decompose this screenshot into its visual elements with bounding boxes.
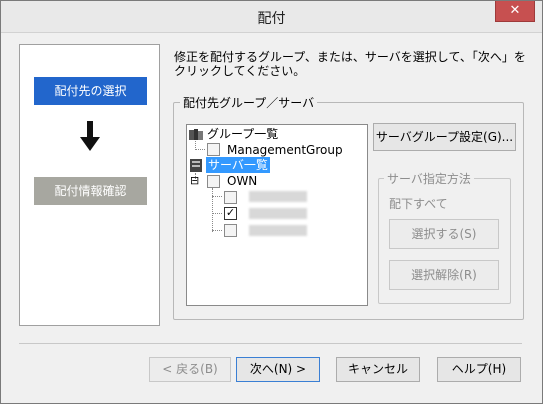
tree-node-management-group[interactable]: ManagementGroup (227, 142, 343, 158)
down-arrow-icon (80, 121, 100, 151)
collapse-icon[interactable]: ⊟ (190, 173, 199, 189)
window-title: 配付 (257, 11, 286, 27)
steps-panel: 配付先の選択 配付情報確認 (19, 44, 160, 326)
own-checkbox[interactable] (207, 175, 220, 188)
destination-tree[interactable]: グループ一覧 ManagementGroup サーバ一覧 ⊟ OWN ✓ (186, 124, 368, 306)
deselect-button[interactable]: 選択解除(R) (389, 260, 499, 290)
next-button[interactable]: 次へ(N) > (236, 357, 320, 382)
group-item-checkbox[interactable] (207, 143, 220, 156)
server-list-icon (190, 159, 202, 172)
server-1-checkbox[interactable] (224, 191, 237, 204)
select-button[interactable]: 選択する(S) (389, 219, 499, 249)
step-select-destination: 配付先の選択 (34, 77, 147, 105)
separator (19, 343, 522, 344)
step-confirm-info: 配付情報確認 (34, 177, 147, 205)
cancel-button[interactable]: キャンセル (336, 357, 420, 382)
back-button[interactable]: < 戻る(B) (149, 357, 231, 382)
help-button[interactable]: ヘルプ(H) (437, 357, 521, 382)
server-group-settings-button[interactable]: サーバグループ設定(G)... (373, 123, 516, 151)
group-list-icon (189, 129, 203, 140)
tree-node-group-list[interactable]: グループ一覧 (207, 126, 278, 142)
server-1-label (249, 191, 307, 202)
server-3-checkbox[interactable] (224, 224, 237, 237)
title-bar: 配付 ✕ (1, 1, 542, 33)
tree-node-own[interactable]: OWN (227, 173, 257, 189)
close-button[interactable]: ✕ (495, 1, 535, 22)
server-spec-text: 配下すべて (389, 197, 448, 211)
tree-node-server-list[interactable]: サーバ一覧 (206, 157, 270, 173)
instruction-text: 修正を配付するグループ、または、サーバを選択して、「次へ」をクリックしてください… (174, 50, 526, 78)
server-3-label (249, 225, 307, 236)
server-spec-label: サーバ指定方法 (384, 170, 474, 187)
server-2-label (249, 208, 307, 219)
server-2-checkbox[interactable]: ✓ (224, 207, 237, 220)
destination-group-label: 配付先グループ／サーバ (180, 94, 318, 111)
